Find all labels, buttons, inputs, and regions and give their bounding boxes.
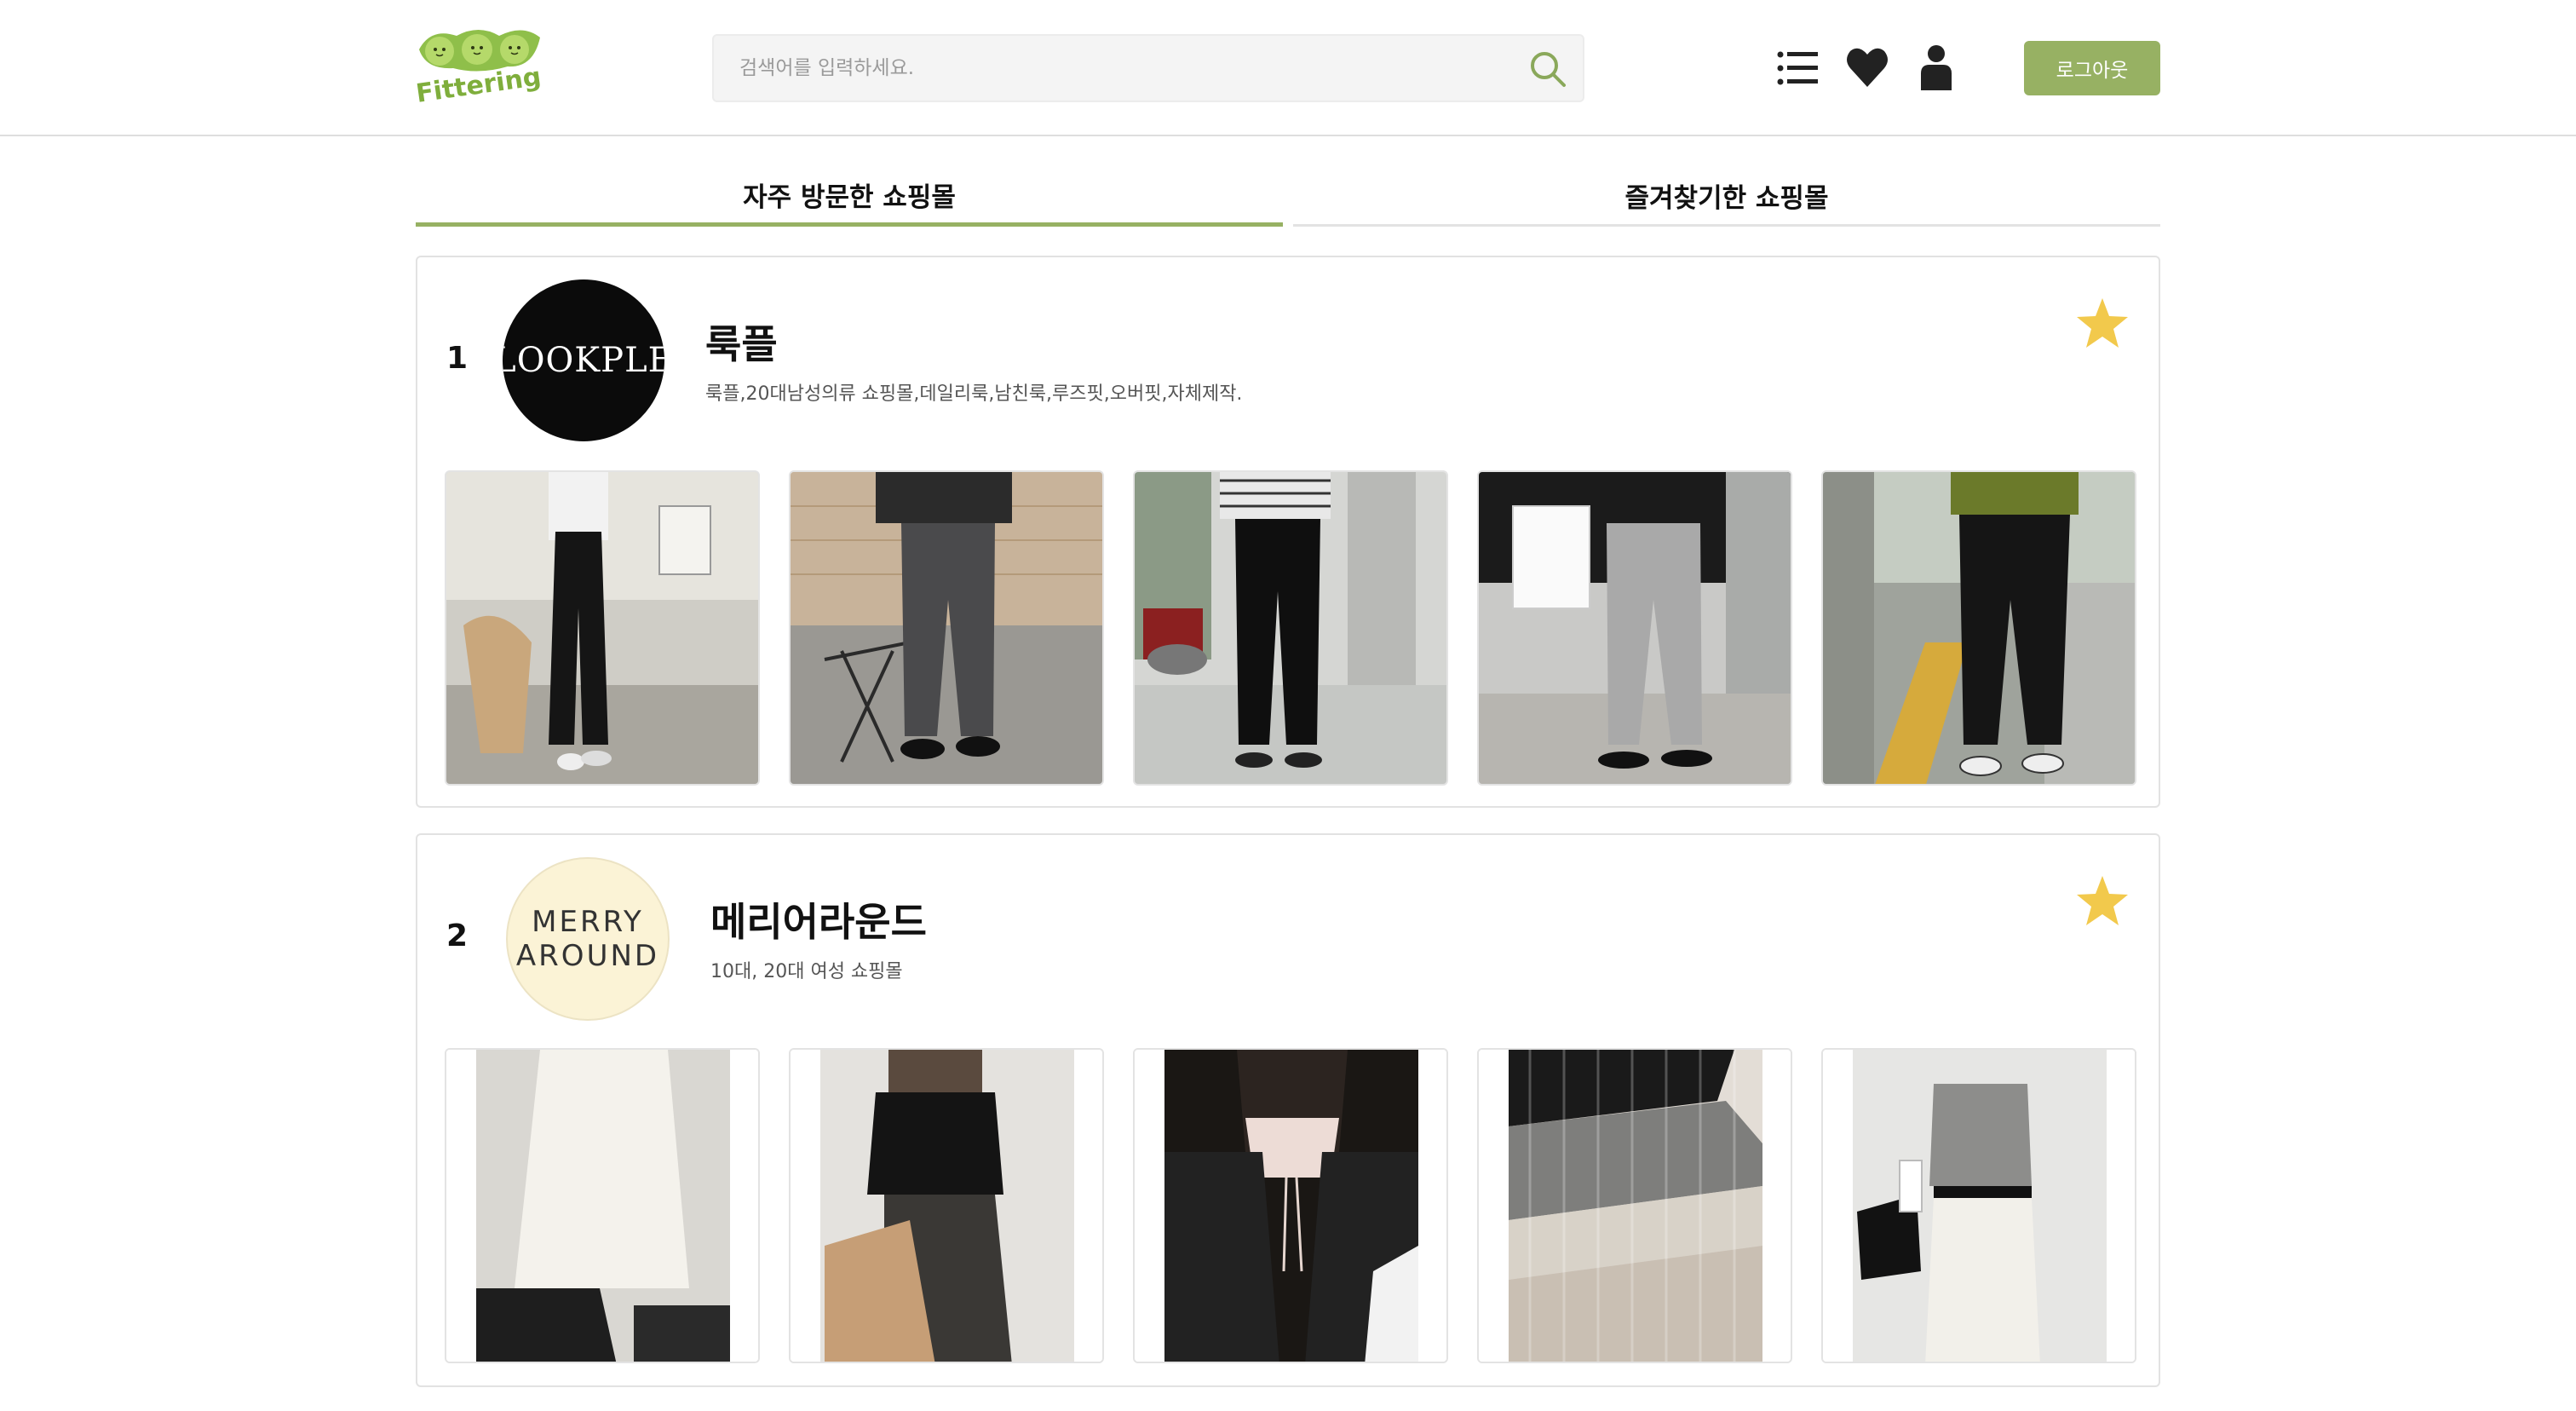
product-image[interactable] [1477,470,1792,786]
product-image[interactable] [445,470,760,786]
product-thumbnails [445,470,2136,786]
star-icon[interactable] [2075,874,2130,927]
star-icon[interactable] [2075,297,2130,349]
product-image[interactable] [789,470,1104,786]
product-image[interactable] [445,1048,760,1363]
shop-name[interactable]: 메리어라운드 [710,891,927,947]
list-icon[interactable] [1777,43,1820,94]
search-bar [712,34,1584,102]
shop-logo-text: MERRY [532,905,644,939]
shop-logo-text: AROUND [515,939,660,973]
product-image[interactable] [1477,1048,1792,1363]
shop-card[interactable]: 1 LOOKPLE 룩플 룩플,20대남성의류 쇼핑몰,데일리룩,남친룩,루즈핏… [416,256,2160,808]
product-thumbnails [445,1048,2136,1363]
product-image[interactable] [1821,1048,2136,1363]
shop-rank: 2 [446,919,469,953]
shop-logo[interactable]: LOOKPLE [503,279,664,441]
product-image[interactable] [789,1048,1104,1363]
top-header: Fittering 로그아웃 [0,0,2576,136]
tab-favorites[interactable]: 즐겨찾기한 쇼핑몰 [1293,167,2160,227]
fittering-logo[interactable]: Fittering [414,24,543,112]
search-icon[interactable] [1528,49,1567,89]
product-image[interactable] [1133,1048,1448,1363]
product-image[interactable] [1821,470,2136,786]
shop-logo-text: LOOKPLE [503,341,664,380]
product-image[interactable] [1133,470,1448,786]
user-icon[interactable] [1918,43,1954,94]
logout-button[interactable]: 로그아웃 [2024,41,2160,95]
search-input[interactable] [739,36,1506,101]
shop-card[interactable]: 2 MERRY AROUND 메리어라운드 10대, 20대 여성 쇼핑몰 [416,833,2160,1387]
tab-frequently-visited[interactable]: 자주 방문한 쇼핑몰 [416,167,1283,227]
shop-description: 룩플,20대남성의류 쇼핑몰,데일리룩,남친룩,루즈핏,오버핏,자체제작. [705,383,1243,405]
heart-icon[interactable] [1845,43,1889,94]
shop-name[interactable]: 룩플 [705,314,778,370]
shop-logo[interactable]: MERRY AROUND [506,857,670,1021]
shop-rank: 1 [446,341,469,376]
shop-description: 10대, 20대 여성 쇼핑몰 [710,961,903,982]
